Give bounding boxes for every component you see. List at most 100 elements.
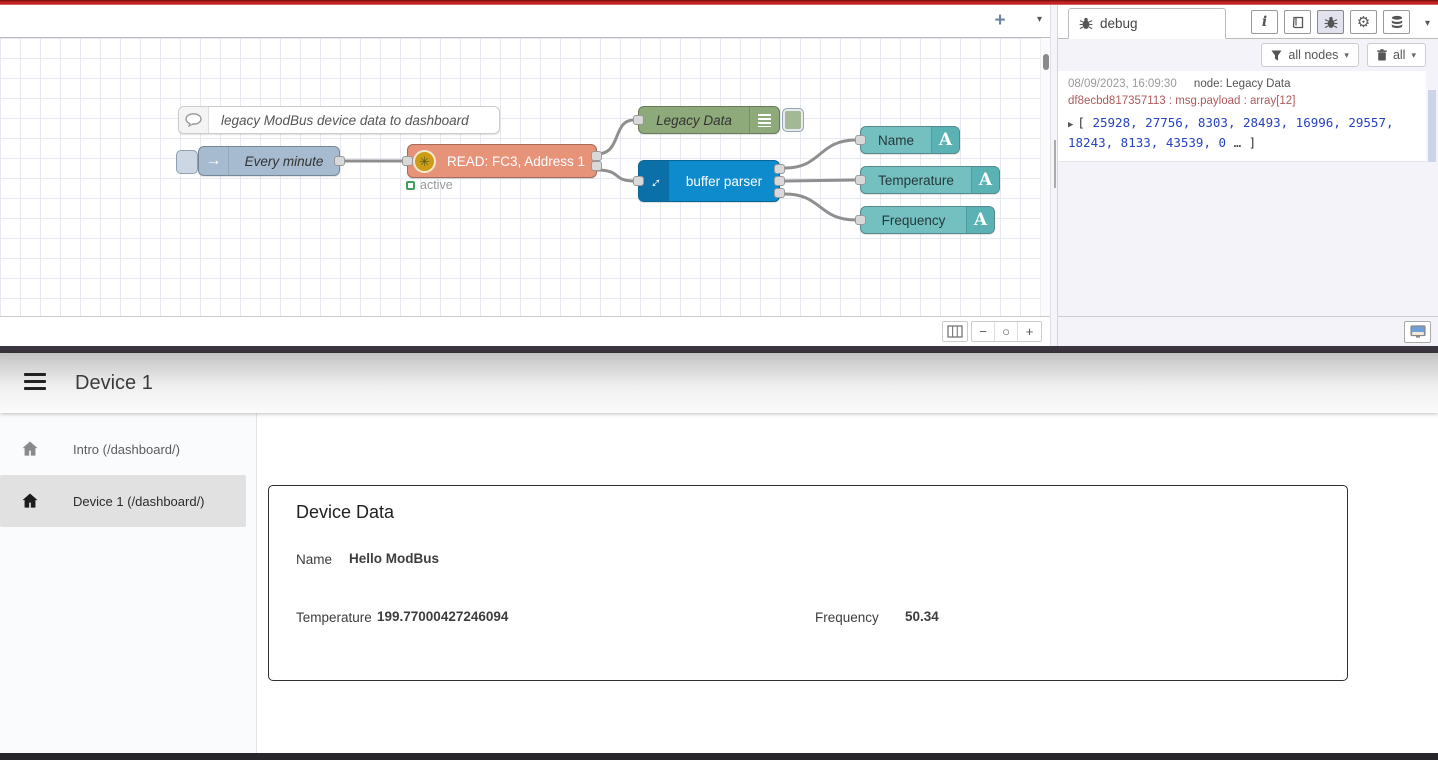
field-frequency-value: 50.34 xyxy=(905,609,939,624)
tab-debug[interactable]: debug xyxy=(1068,8,1226,39)
inject-node[interactable]: → Every minute xyxy=(198,146,340,176)
filter-nodes-label: all nodes xyxy=(1288,48,1338,62)
monitor-icon xyxy=(1410,325,1426,339)
filter-nodes-button[interactable]: all nodes ▾ xyxy=(1261,43,1359,67)
canvas-scrollbar-thumb[interactable] xyxy=(1043,54,1049,70)
ui-text-frequency-input-port[interactable] xyxy=(855,215,866,225)
text-a-icon: A xyxy=(931,127,959,153)
menu-hamburger-icon[interactable] xyxy=(24,373,46,391)
debug-message-list[interactable]: 08/09/2023, 16:09:30 node: Legacy Data d… xyxy=(1058,71,1438,316)
debug-message[interactable]: 08/09/2023, 16:09:30 node: Legacy Data d… xyxy=(1058,71,1426,162)
ui-text-name-input-port[interactable] xyxy=(855,135,866,145)
flow-canvas[interactable]: legacy ModBus device data to dashboard →… xyxy=(0,38,1040,316)
field-frequency-label: Frequency xyxy=(815,610,879,625)
field-temperature-label: Temperature xyxy=(296,610,372,625)
nav-item-device-1[interactable]: Device 1 (/dashboard/) xyxy=(0,475,246,527)
dashboard-header: Device 1 xyxy=(0,353,1438,413)
buffer-parser-node[interactable]: ↔ buffer parser xyxy=(638,160,780,202)
buffer-parser-output-port-2[interactable] xyxy=(774,176,785,186)
zoom-in-button[interactable]: + xyxy=(1018,322,1041,341)
config-nodes-tab-button[interactable]: ⚙ xyxy=(1350,10,1377,34)
debug-node-label: Legacy Data xyxy=(639,107,749,133)
sidebar-footer xyxy=(1058,316,1438,346)
field-name-label: Name xyxy=(296,552,332,567)
debug-node-input-port[interactable] xyxy=(633,115,644,125)
debug-toggle-button[interactable] xyxy=(782,108,804,132)
comment-node-label: legacy ModBus device data to dashboard xyxy=(209,107,499,133)
debug-scrollbar-thumb[interactable] xyxy=(1428,90,1436,162)
text-a-icon: A xyxy=(966,207,994,233)
zoom-reset-button[interactable]: ○ xyxy=(995,322,1018,341)
inject-node-label: Every minute xyxy=(229,147,339,175)
card-title: Device Data xyxy=(296,502,394,523)
ui-text-node-temperature[interactable]: Temperature A xyxy=(860,166,1000,194)
comment-node[interactable]: legacy ModBus device data to dashboard xyxy=(178,106,500,134)
navigator-map-button[interactable] xyxy=(942,321,968,342)
open-debug-window-button[interactable] xyxy=(1404,321,1431,343)
workspace-list-caret-icon[interactable]: ▾ xyxy=(1037,14,1042,25)
buffer-parser-output-port-3[interactable] xyxy=(774,188,785,198)
clear-messages-label: all xyxy=(1393,48,1406,62)
inject-output-port[interactable] xyxy=(334,156,345,166)
flow-canvas-pane: + ▾ xyxy=(0,5,1050,346)
modbus-read-input-port[interactable] xyxy=(402,156,413,166)
buffer-parser-output-port-1[interactable] xyxy=(774,164,785,174)
debug-node-legacy-data[interactable]: Legacy Data xyxy=(638,106,780,134)
funnel-icon xyxy=(1271,50,1282,61)
inject-trigger-button[interactable] xyxy=(176,150,198,174)
status-text: active xyxy=(420,178,453,192)
add-flow-button[interactable]: + xyxy=(988,10,1012,32)
resize-grip xyxy=(1054,140,1056,188)
expand-arrow-icon[interactable]: ▶ xyxy=(1068,120,1073,130)
sidebar-resize-handle[interactable] xyxy=(1050,5,1058,346)
database-icon xyxy=(1390,15,1404,29)
dashboard-main: Device Data Name Hello ModBus Temperatur… xyxy=(257,413,1438,753)
zoom-controls: − ○ + xyxy=(971,321,1042,342)
tab-debug-label: debug xyxy=(1100,16,1138,31)
nav-item-intro[interactable]: Intro (/dashboard/) xyxy=(0,423,256,475)
ui-text-temperature-input-port[interactable] xyxy=(855,175,866,185)
buffer-parser-node-label: buffer parser xyxy=(669,161,779,201)
buffer-parser-input-port[interactable] xyxy=(633,176,644,186)
modbus-gear-icon: ✳ xyxy=(413,150,436,173)
comment-bubble-icon xyxy=(179,107,209,133)
node-red-editor: + ▾ xyxy=(0,5,1438,346)
sidebar-tabbar: debug i xyxy=(1058,5,1438,39)
zoom-out-button[interactable]: − xyxy=(972,322,995,341)
canvas-vertical-scrollbar[interactable] xyxy=(1040,38,1050,316)
text-a-icon: A xyxy=(971,167,999,193)
trash-icon xyxy=(1377,49,1387,61)
dashboard-nav: Intro (/dashboard/) Device 1 (/dashboard… xyxy=(0,413,257,753)
chevron-down-icon: ▾ xyxy=(1344,50,1349,61)
modbus-read-output-port-1[interactable] xyxy=(591,151,602,161)
modbus-read-output-port-2[interactable] xyxy=(591,161,602,171)
sidebar-menu-caret-icon[interactable]: ▾ xyxy=(1425,18,1430,29)
clear-messages-button[interactable]: all ▾ xyxy=(1367,43,1426,67)
message-payload[interactable]: ▶[ 25928, 27756, 8303, 28493, 16996, 295… xyxy=(1068,113,1398,152)
bug-icon xyxy=(1079,17,1093,30)
screen: + ▾ xyxy=(0,0,1438,760)
canvas-footer: − ○ + xyxy=(0,316,1050,346)
modbus-read-node[interactable]: ✳ READ: FC3, Address 1 xyxy=(407,144,597,178)
ui-text-temperature-label: Temperature xyxy=(861,167,971,193)
map-icon xyxy=(947,325,963,338)
ui-text-name-label: Name xyxy=(861,127,931,153)
message-source-node[interactable]: node: Legacy Data xyxy=(1194,78,1291,90)
info-tab-button[interactable]: i xyxy=(1251,10,1278,34)
inject-arrow-icon: → xyxy=(199,147,229,175)
gear-icon: ⚙ xyxy=(1357,13,1370,31)
field-name-value: Hello ModBus xyxy=(349,551,439,566)
status-square-icon xyxy=(406,181,415,190)
modbus-read-status: active xyxy=(406,178,453,192)
book-icon xyxy=(1291,16,1305,29)
dashboard-title: Device 1 xyxy=(75,353,153,413)
debug-tab-button[interactable] xyxy=(1317,10,1344,34)
help-tab-button[interactable] xyxy=(1284,10,1311,34)
modbus-read-node-label: READ: FC3, Address 1 xyxy=(436,145,596,177)
context-data-tab-button[interactable] xyxy=(1383,10,1410,34)
ui-text-node-name[interactable]: Name A xyxy=(860,126,960,154)
ui-text-node-frequency[interactable]: Frequency A xyxy=(860,206,995,234)
info-icon: i xyxy=(1262,14,1267,30)
home-icon xyxy=(20,491,40,511)
nav-item-label: Intro (/dashboard/) xyxy=(73,442,180,457)
